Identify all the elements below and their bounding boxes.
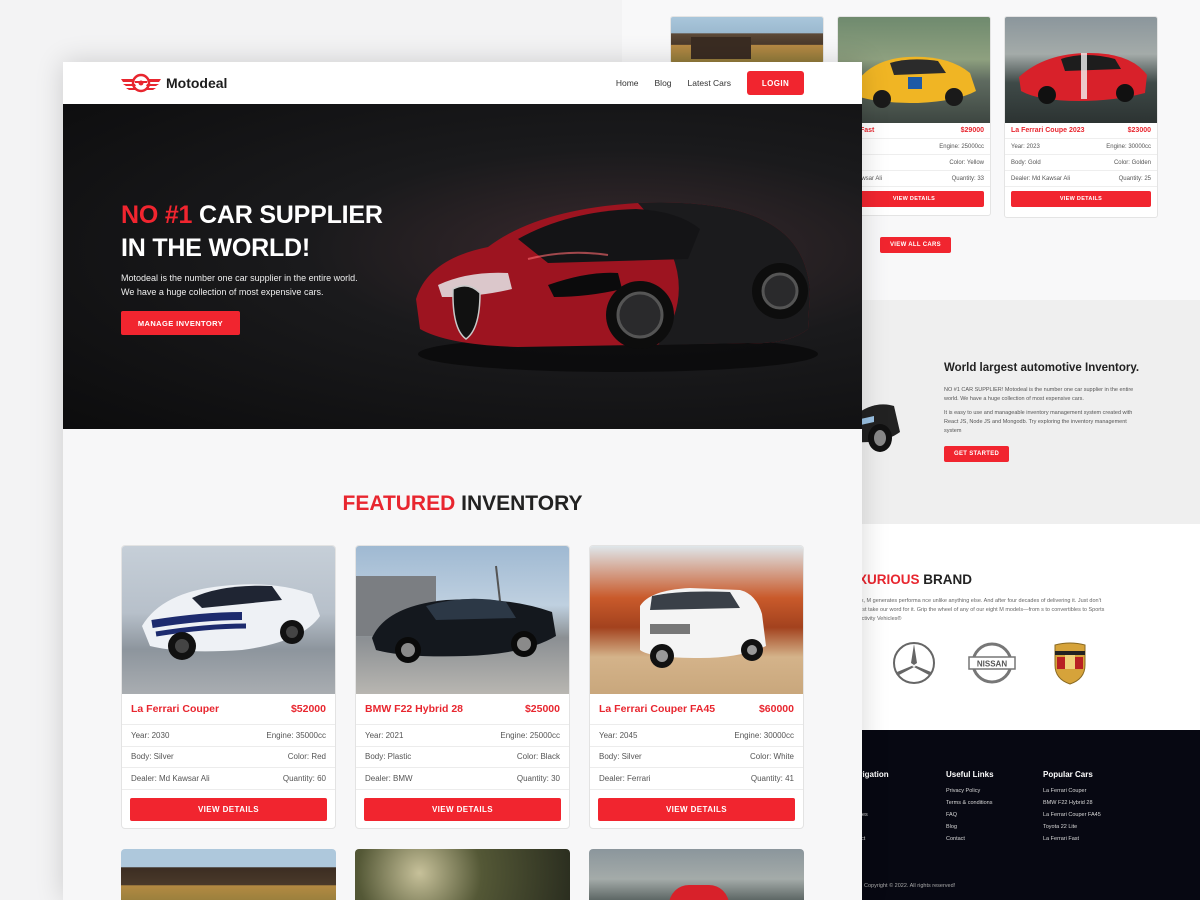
inventory-card-preview: [355, 849, 570, 900]
car-name: La Ferrari Couper: [131, 703, 220, 715]
footer-link[interactable]: ices: [858, 812, 889, 818]
view-details-button[interactable]: VIEW DETAILS: [598, 797, 795, 821]
copyright: Copyright © 2022. All rights reserved!: [864, 883, 956, 889]
navbar: Motodeal Home Blog Latest Cars LOGIN: [63, 62, 862, 104]
hero-red-car-icon: [416, 202, 818, 372]
logo[interactable]: Motodeal: [121, 73, 227, 93]
footer-link[interactable]: Terms & conditions: [946, 800, 994, 806]
footer-link[interactable]: t: [858, 800, 889, 806]
card-header: La Ferrari Couper $52000: [122, 694, 335, 725]
footer-navigation: vigation e t ices act: [858, 770, 889, 848]
black-bmw-icon: [356, 565, 556, 663]
footer-link[interactable]: La Ferrari Fast: [1043, 836, 1101, 842]
car-image: [590, 546, 803, 694]
nissan-logo-icon: NISSAN: [968, 642, 1016, 684]
back-card: La Ferrari Coupe 2023 $23000 Year: 2023 En…: [1004, 16, 1158, 218]
white-suv-icon: [640, 588, 766, 668]
card-row: Body: Plastic Color: Black: [356, 747, 569, 768]
inventory-card-preview: [589, 849, 804, 900]
winged-wheel-logo-icon: [121, 73, 161, 93]
back-card-header: La Ferrari Coupe 2023 $23000: [1005, 123, 1157, 139]
main-page: Motodeal Home Blog Latest Cars LOGIN NO …: [63, 62, 862, 900]
red-car-icon: [669, 885, 729, 900]
inventory-card-preview: [121, 849, 336, 900]
footer-useful-links: Useful Links Privacy Policy Terms & cond…: [946, 770, 994, 848]
card-row: Year: 2045 Engine: 30000cc: [590, 725, 803, 747]
card-header: BMW F22 Hybrid 28 $25000: [356, 694, 569, 725]
card-header: La Ferrari Couper FA45 $60000: [590, 694, 803, 725]
hero-description: Motodeal is the number one car supplier …: [121, 273, 358, 297]
footer-link[interactable]: FAQ: [946, 812, 994, 818]
card-row: Body: Silver Color: White: [590, 747, 803, 768]
car-price: $52000: [290, 703, 326, 715]
card-row: Dealer: BMW Quantity: 30: [356, 768, 569, 790]
about-text-2: It is easy to use and manageable invento…: [944, 410, 1133, 434]
inventory-card: La Ferrari Couper FA45 $60000 Year: 2045 E…: [589, 545, 804, 829]
footer-link[interactable]: La Ferrari Couper FA45: [1043, 812, 1101, 818]
about-title: World largest automotive Inventory.: [944, 362, 1140, 374]
card-row: Year: 2030 Engine: 35000cc: [122, 725, 335, 747]
get-started-button[interactable]: GET STARTED: [944, 446, 1010, 462]
footer-link[interactable]: e: [858, 788, 889, 794]
nav-blog[interactable]: Blog: [655, 78, 672, 88]
nav-home[interactable]: Home: [616, 78, 639, 88]
view-all-cars-button[interactable]: VIEW ALL CARS: [880, 237, 951, 253]
footer-link[interactable]: act: [858, 836, 889, 842]
footer-link[interactable]: Contact: [946, 836, 994, 842]
mercedes-logo-icon: [893, 642, 935, 684]
view-details-button[interactable]: VIEW DETAILS: [364, 797, 561, 821]
footer-link[interactable]: La Ferrari Couper: [1043, 788, 1101, 794]
view-details-button[interactable]: VIEW DETAILS: [844, 191, 984, 207]
car-name: La Ferrari Couper FA45: [599, 703, 716, 715]
hero-banner: NO #1 CAR SUPPLIER IN THE WORLD! Motodeal…: [63, 104, 862, 429]
login-button[interactable]: LOGIN: [747, 71, 804, 95]
svg-text:NISSAN: NISSAN: [977, 660, 1007, 669]
nav-menu: Home Blog Latest Cars LOGIN: [616, 71, 804, 95]
footer-heading: Popular Cars: [1043, 770, 1093, 779]
view-details-button[interactable]: VIEW DETAILS: [1011, 191, 1151, 207]
red-car-icon: [1019, 53, 1147, 104]
card-row: Body: Silver Color: Red: [122, 747, 335, 768]
car-image: [122, 546, 335, 694]
car-image: [1005, 17, 1157, 123]
brand-text: ck, M generates performa nce unlike anyt…: [858, 598, 1105, 622]
brand-name: Motodeal: [166, 75, 228, 91]
card-row: Year: 2021 Engine: 25000cc: [356, 725, 569, 747]
back-card-row: Year: 2023 Engine: 30000cc: [1005, 139, 1157, 155]
car-name: BMW F22 Hybrid 28: [365, 703, 464, 715]
inventory-card: La Ferrari Couper $52000 Year: 2030 Engine…: [121, 545, 336, 829]
about-text-1: NO #1 CAR SUPPLIER! Motodeal is the numb…: [944, 387, 1134, 402]
footer-heading: vigation: [858, 770, 889, 779]
footer-popular-cars: Popular Cars La Ferrari Couper BMW F22 H…: [1043, 770, 1101, 848]
manage-inventory-button[interactable]: MANAGE INVENTORY: [121, 311, 240, 335]
white-mustang-icon: [142, 584, 320, 660]
car-price: $25000: [524, 703, 560, 715]
footer-link[interactable]: Blog: [946, 824, 994, 830]
car-image: [356, 546, 569, 694]
footer-link[interactable]: Toyota 22 Lite: [1043, 824, 1101, 830]
footer-link[interactable]: BMW F22 Hybrid 28: [1043, 800, 1101, 806]
back-card-row: Body: Gold Color: Golden: [1005, 155, 1157, 171]
footer-link[interactable]: Privacy Policy: [946, 788, 994, 794]
view-details-button[interactable]: VIEW DETAILS: [130, 797, 327, 821]
back-card-row: Dealer: Md Kawsar Ali Quantity: 25: [1005, 171, 1157, 187]
back-card-house: [670, 16, 824, 64]
footer-heading: Useful Links: [946, 770, 994, 779]
featured-inventory-title: FEATURED INVENTORY: [342, 492, 583, 515]
nav-latest-cars[interactable]: Latest Cars: [688, 78, 731, 88]
hero-title: NO #1 CAR SUPPLIER IN THE WORLD!: [121, 201, 383, 262]
brand-title: XURIOUS BRAND: [858, 572, 973, 587]
card-row: Dealer: Ferrari Quantity: 41: [590, 768, 803, 790]
car-price: $60000: [758, 703, 794, 715]
porsche-logo-icon: [1054, 642, 1086, 685]
inventory-card: BMW F22 Hybrid 28 $25000 Year: 2021 Engine…: [355, 545, 570, 829]
card-row: Dealer: Md Kawsar Ali Quantity: 60: [122, 768, 335, 790]
